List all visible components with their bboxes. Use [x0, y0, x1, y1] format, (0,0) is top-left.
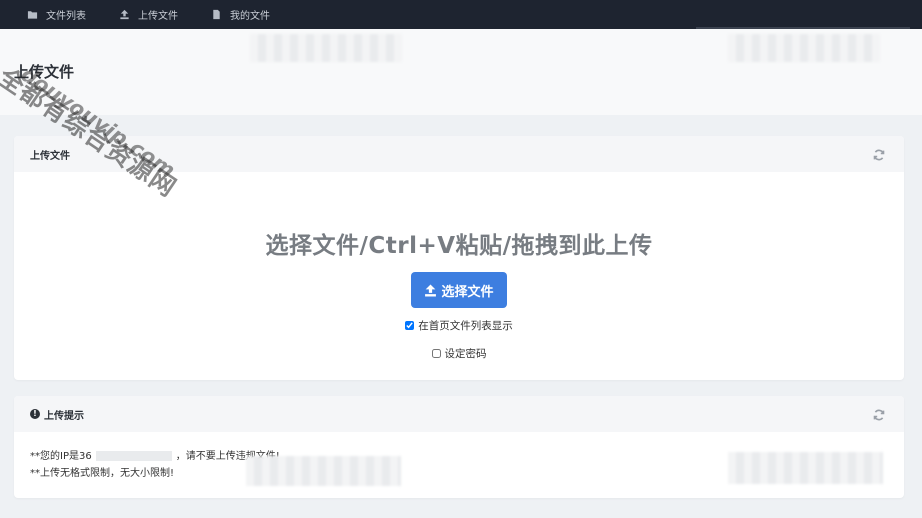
folder-icon [26, 9, 38, 21]
nav-item-label: 文件列表 [46, 11, 86, 22]
refresh-icon[interactable] [872, 147, 886, 161]
show-on-homepage-option[interactable]: 在首页文件列表显示 [14, 318, 904, 333]
page-title: 上传文件 [14, 63, 75, 81]
card-header: 上传文件 [14, 136, 904, 172]
upload-dropzone[interactable]: 选择文件/Ctrl+V粘贴/拖拽到此上传 选择文件 在首页文件列表显示 设定密码 [14, 172, 904, 380]
file-icon [210, 9, 222, 21]
upload-icon [425, 284, 437, 296]
card-title: ! 上传提示 [30, 407, 84, 422]
show-on-homepage-checkbox[interactable] [405, 321, 415, 330]
upload-icon [118, 9, 130, 21]
card-header: ! 上传提示 [14, 396, 904, 432]
nav-item-file-list[interactable]: 文件列表 [26, 0, 86, 29]
blurred-ad [250, 34, 402, 62]
show-on-homepage-label: 在首页文件列表显示 [418, 320, 513, 332]
card-title: 上传文件 [30, 150, 70, 162]
masked-ip [95, 451, 172, 461]
drop-instruction: 选择文件/Ctrl+V粘贴/拖拽到此上传 [265, 233, 653, 259]
blurred-ad [728, 34, 880, 62]
upload-card: 上传文件 选择文件/Ctrl+V粘贴/拖拽到此上传 选择文件 在首页文件列表显示… [14, 136, 904, 380]
nav-item-upload[interactable]: 上传文件 [118, 0, 178, 29]
card-title-text: 上传提示 [44, 410, 84, 422]
blurred-ad [246, 456, 401, 486]
nav-item-label: 上传文件 [138, 11, 178, 22]
set-password-label: 设定密码 [444, 348, 487, 360]
top-navbar: 文件列表 上传文件 我的文件 [0, 0, 922, 33]
refresh-icon[interactable] [872, 407, 886, 421]
exclamation-icon: ! [30, 409, 40, 419]
nav-item-label: 我的文件 [230, 11, 270, 22]
choose-file-label: 选择文件 [441, 284, 494, 300]
nav-item-my-files[interactable]: 我的文件 [210, 0, 270, 29]
set-password-checkbox[interactable] [431, 349, 441, 358]
choose-file-button[interactable]: 选择文件 [411, 272, 507, 308]
ip-notice-prefix: **您的IP是36 [30, 451, 92, 462]
blurred-ad [728, 452, 883, 484]
set-password-option[interactable]: 设定密码 [14, 346, 904, 361]
